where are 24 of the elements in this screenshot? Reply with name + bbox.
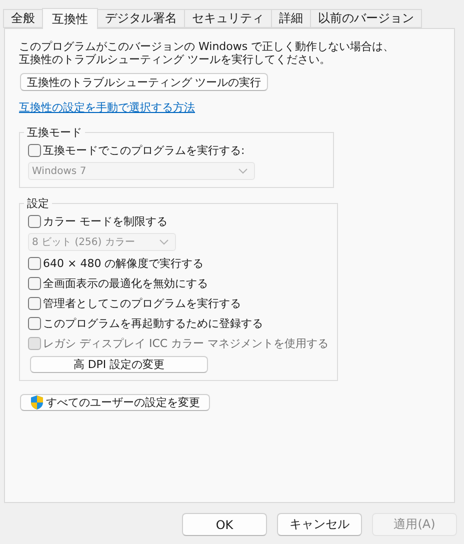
description-text: このプログラムがこのバージョンの Windows で正しく動作しない場合は、互換性のトラブルシューティング ツールを実行してください。	[19, 40, 396, 66]
checkbox[interactable]: カラー モードを制限する	[28, 213, 168, 229]
all-users-button[interactable]: すべてのユーザーの設定を変更	[20, 394, 210, 411]
shield-icon	[30, 395, 44, 410]
high-dpi-button[interactable]: 高 DPI 設定の変更	[30, 356, 208, 373]
checkbox[interactable]: 管理者としてこのプログラムを実行する	[28, 295, 241, 311]
tab[interactable]: デジタル署名	[97, 9, 185, 28]
checkbox[interactable]: 全画面表示の最適化を無効にする	[28, 275, 208, 291]
tab[interactable]: 互換性	[42, 8, 98, 29]
tab[interactable]: 全般	[3, 9, 43, 28]
checkbox[interactable]: 640 × 480 の解像度で実行する	[28, 255, 204, 271]
troubleshoot-button[interactable]: 互換性のトラブルシューティング ツールの実行	[20, 73, 268, 91]
group-title: 設定	[26, 196, 50, 211]
dialog-button[interactable]: OK	[182, 513, 267, 536]
tab[interactable]: セキュリティ	[184, 9, 272, 28]
tab[interactable]: 以前のバージョン	[310, 9, 422, 28]
chevron-icon	[159, 239, 169, 245]
chevron-icon	[238, 168, 248, 174]
group-title: 互換モード	[26, 125, 83, 140]
help-link[interactable]: 互換性の設定を手動で選択する方法	[19, 100, 195, 115]
checkbox[interactable]: 互換モードでこのプログラムを実行する:	[28, 142, 245, 158]
dialog-button[interactable]: キャンセル	[277, 513, 362, 536]
tab[interactable]: 詳細	[271, 9, 311, 28]
checkbox[interactable]: このプログラムを再起動するために登録する	[28, 315, 263, 331]
